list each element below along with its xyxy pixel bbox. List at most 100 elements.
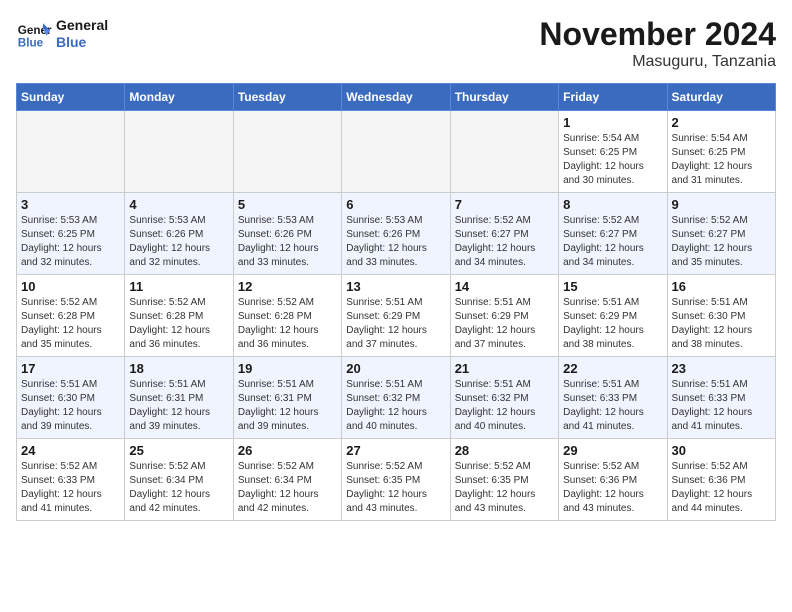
day-number: 27: [346, 443, 445, 458]
weekday-header-tuesday: Tuesday: [233, 84, 341, 111]
day-info: Sunrise: 5:51 AM Sunset: 6:32 PM Dayligh…: [346, 378, 445, 434]
calendar-week-row: 10Sunrise: 5:52 AM Sunset: 6:28 PM Dayli…: [17, 275, 776, 357]
calendar-day-cell: 8 Sunrise: 5:52 AM Sunset: 6:27 PM Daylig…: [559, 193, 667, 275]
day-number: 12: [238, 279, 337, 294]
calendar-day-cell: 5 Sunrise: 5:53 AM Sunset: 6:26 PM Daylig…: [233, 193, 341, 275]
day-number: 14: [455, 279, 554, 294]
day-info: Sunrise: 5:51 AM Sunset: 6:29 PM Dayligh…: [563, 296, 662, 352]
calendar-day-cell: 23 Sunrise: 5:51 AM Sunset: 6:33 PM Dayli…: [667, 357, 775, 439]
calendar-week-row: 24 Sunrise: 5:52 AM Sunset: 6:33 PM Dayli…: [17, 439, 776, 521]
calendar-day-cell: 4 Sunrise: 5:53 AM Sunset: 6:26 PM Daylig…: [125, 193, 233, 275]
calendar-day-cell: 29 Sunrise: 5:52 AM Sunset: 6:36 PM Dayli…: [559, 439, 667, 521]
calendar-day-cell: [342, 111, 450, 193]
calendar-day-cell: 10Sunrise: 5:52 AM Sunset: 6:28 PM Dayli…: [17, 275, 125, 357]
day-number: 26: [238, 443, 337, 458]
day-number: 22: [563, 361, 662, 376]
day-number: 25: [129, 443, 228, 458]
day-info: Sunrise: 5:51 AM Sunset: 6:33 PM Dayligh…: [563, 378, 662, 434]
day-info: Sunrise: 5:52 AM Sunset: 6:28 PM Dayligh…: [129, 296, 228, 352]
calendar-day-cell: 3 Sunrise: 5:53 AM Sunset: 6:25 PM Daylig…: [17, 193, 125, 275]
calendar-week-row: 17Sunrise: 5:51 AM Sunset: 6:30 PM Dayli…: [17, 357, 776, 439]
calendar-day-cell: [450, 111, 558, 193]
day-number: 13: [346, 279, 445, 294]
calendar-day-cell: 26 Sunrise: 5:52 AM Sunset: 6:34 PM Dayli…: [233, 439, 341, 521]
calendar-day-cell: 16Sunrise: 5:51 AM Sunset: 6:30 PM Dayli…: [667, 275, 775, 357]
day-number: 3: [21, 197, 120, 212]
day-number: 18: [129, 361, 228, 376]
day-number: 1: [563, 115, 662, 130]
day-info: Sunrise: 5:53 AM Sunset: 6:25 PM Dayligh…: [21, 214, 120, 270]
logo: General Blue General Blue: [16, 16, 108, 52]
weekday-header-wednesday: Wednesday: [342, 84, 450, 111]
day-number: 5: [238, 197, 337, 212]
day-number: 9: [672, 197, 771, 212]
day-number: 29: [563, 443, 662, 458]
day-number: 17: [21, 361, 120, 376]
calendar-day-cell: 12 Sunrise: 5:52 AM Sunset: 6:28 PM Dayli…: [233, 275, 341, 357]
day-number: 2: [672, 115, 771, 130]
calendar-body: 1 Sunrise: 5:54 AM Sunset: 6:25 PM Daylig…: [17, 111, 776, 521]
day-number: 8: [563, 197, 662, 212]
day-number: 30: [672, 443, 771, 458]
calendar-day-cell: 27 Sunrise: 5:52 AM Sunset: 6:35 PM Dayli…: [342, 439, 450, 521]
day-info: Sunrise: 5:51 AM Sunset: 6:29 PM Dayligh…: [346, 296, 445, 352]
calendar-day-cell: 6 Sunrise: 5:53 AM Sunset: 6:26 PM Daylig…: [342, 193, 450, 275]
day-number: 6: [346, 197, 445, 212]
calendar-header-row: SundayMondayTuesdayWednesdayThursdayFrid…: [17, 84, 776, 111]
calendar-day-cell: 11 Sunrise: 5:52 AM Sunset: 6:28 PM Dayli…: [125, 275, 233, 357]
day-number: 23: [672, 361, 771, 376]
day-info: Sunrise: 5:52 AM Sunset: 6:28 PM Dayligh…: [238, 296, 337, 352]
day-number: 20: [346, 361, 445, 376]
day-info: Sunrise: 5:52 AM Sunset: 6:27 PM Dayligh…: [563, 214, 662, 270]
calendar-day-cell: 19 Sunrise: 5:51 AM Sunset: 6:31 PM Dayli…: [233, 357, 341, 439]
day-info: Sunrise: 5:51 AM Sunset: 6:31 PM Dayligh…: [238, 378, 337, 434]
day-info: Sunrise: 5:51 AM Sunset: 6:32 PM Dayligh…: [455, 378, 554, 434]
weekday-header-friday: Friday: [559, 84, 667, 111]
day-info: Sunrise: 5:53 AM Sunset: 6:26 PM Dayligh…: [238, 214, 337, 270]
calendar-day-cell: 28 Sunrise: 5:52 AM Sunset: 6:35 PM Dayli…: [450, 439, 558, 521]
page-header: General Blue General Blue November 2024 …: [16, 16, 776, 71]
calendar-day-cell: [233, 111, 341, 193]
day-info: Sunrise: 5:52 AM Sunset: 6:35 PM Dayligh…: [346, 460, 445, 516]
day-number: 28: [455, 443, 554, 458]
day-number: 4: [129, 197, 228, 212]
calendar-day-cell: 15 Sunrise: 5:51 AM Sunset: 6:29 PM Dayli…: [559, 275, 667, 357]
calendar-day-cell: 1Sunrise: 5:54 AM Sunset: 6:25 PM Daylig…: [559, 111, 667, 193]
day-info: Sunrise: 5:52 AM Sunset: 6:35 PM Dayligh…: [455, 460, 554, 516]
day-number: 21: [455, 361, 554, 376]
calendar-week-row: 3 Sunrise: 5:53 AM Sunset: 6:25 PM Daylig…: [17, 193, 776, 275]
location: Masuguru, Tanzania: [539, 53, 776, 71]
month-title: November 2024: [539, 16, 776, 53]
day-info: Sunrise: 5:52 AM Sunset: 6:34 PM Dayligh…: [129, 460, 228, 516]
calendar-day-cell: 18 Sunrise: 5:51 AM Sunset: 6:31 PM Dayli…: [125, 357, 233, 439]
svg-text:Blue: Blue: [18, 37, 44, 50]
calendar-day-cell: 17Sunrise: 5:51 AM Sunset: 6:30 PM Dayli…: [17, 357, 125, 439]
title-area: November 2024 Masuguru, Tanzania: [539, 16, 776, 71]
day-info: Sunrise: 5:52 AM Sunset: 6:33 PM Dayligh…: [21, 460, 120, 516]
day-info: Sunrise: 5:51 AM Sunset: 6:33 PM Dayligh…: [672, 378, 771, 434]
calendar-day-cell: 22 Sunrise: 5:51 AM Sunset: 6:33 PM Dayli…: [559, 357, 667, 439]
day-info: Sunrise: 5:52 AM Sunset: 6:27 PM Dayligh…: [455, 214, 554, 270]
day-info: Sunrise: 5:51 AM Sunset: 6:31 PM Dayligh…: [129, 378, 228, 434]
day-number: 11: [129, 279, 228, 294]
calendar-day-cell: 9 Sunrise: 5:52 AM Sunset: 6:27 PM Daylig…: [667, 193, 775, 275]
day-number: 24: [21, 443, 120, 458]
weekday-header-sunday: Sunday: [17, 84, 125, 111]
calendar-week-row: 1 Sunrise: 5:54 AM Sunset: 6:25 PM Daylig…: [17, 111, 776, 193]
calendar-day-cell: 7 Sunrise: 5:52 AM Sunset: 6:27 PM Daylig…: [450, 193, 558, 275]
calendar-day-cell: 2 Sunrise: 5:54 AM Sunset: 6:25 PM Daylig…: [667, 111, 775, 193]
day-info: Sunrise: 5:53 AM Sunset: 6:26 PM Dayligh…: [129, 214, 228, 270]
calendar-day-cell: 13 Sunrise: 5:51 AM Sunset: 6:29 PM Dayli…: [342, 275, 450, 357]
day-info: Sunrise: 5:53 AM Sunset: 6:26 PM Dayligh…: [346, 214, 445, 270]
day-info: Sunrise: 5:54 AM Sunset: 6:25 PM Dayligh…: [672, 132, 771, 188]
calendar-day-cell: 14Sunrise: 5:51 AM Sunset: 6:29 PM Dayli…: [450, 275, 558, 357]
day-info: Sunrise: 5:52 AM Sunset: 6:27 PM Dayligh…: [672, 214, 771, 270]
day-info: Sunrise: 5:52 AM Sunset: 6:36 PM Dayligh…: [563, 460, 662, 516]
day-info: Sunrise: 5:52 AM Sunset: 6:28 PM Dayligh…: [21, 296, 120, 352]
calendar-table: SundayMondayTuesdayWednesdayThursdayFrid…: [16, 83, 776, 521]
calendar-day-cell: [125, 111, 233, 193]
day-number: 19: [238, 361, 337, 376]
day-info: Sunrise: 5:52 AM Sunset: 6:34 PM Dayligh…: [238, 460, 337, 516]
day-number: 15: [563, 279, 662, 294]
day-number: 7: [455, 197, 554, 212]
